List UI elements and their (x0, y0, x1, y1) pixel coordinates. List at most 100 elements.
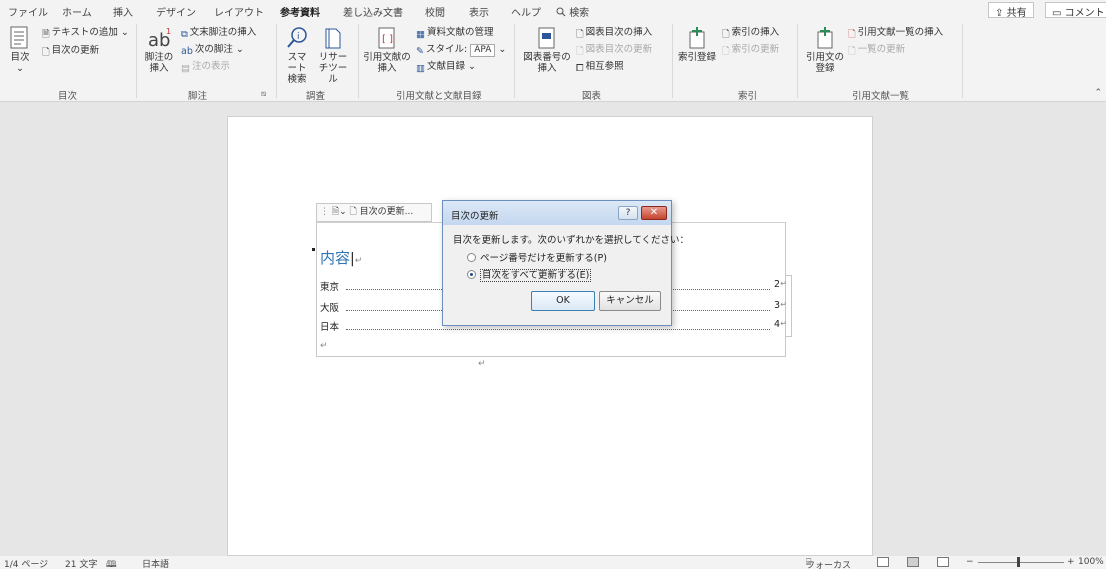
status-bar: 1/4 ページ 21 文字 🕮 日本語 ⌸ フォーカス − + 100% (0, 556, 1106, 569)
paragraph-mark-icon: ↵ (320, 341, 328, 351)
help-button[interactable]: ? (618, 206, 638, 220)
manage-sources-button[interactable]: ▦ 資料文献の管理 (416, 26, 494, 40)
mark-citation-button[interactable]: 引用文の登録 (803, 26, 847, 74)
citation-style-dropdown[interactable]: ✎ スタイル: APA ⌄ (416, 43, 506, 57)
radio-update-entire-table[interactable]: 目次をすべて更新する(E) (467, 267, 592, 282)
paragraph-mark-icon: ↵ (780, 319, 787, 328)
update-authorities-icon: 🗋 (848, 46, 856, 57)
tab-layout[interactable]: レイアウト (214, 4, 264, 19)
proofing-icon[interactable]: 🕮 (106, 557, 117, 569)
insert-footnote-button[interactable]: ab 1 脚注の挿入 (142, 26, 176, 74)
zoom-out-button[interactable]: − (966, 557, 974, 567)
update-index-button[interactable]: 🗋 索引の更新 (722, 43, 779, 57)
toc-update-label[interactable]: 目次の更新... (360, 207, 414, 217)
show-notes-label: 注の表示 (191, 61, 230, 72)
word-count[interactable]: 21 文字 (65, 557, 97, 569)
group-label-citations: 引用文献と文献目録 (396, 91, 482, 102)
bibliography-label: 文献目録 (426, 61, 465, 72)
web-layout-view-button[interactable] (937, 557, 949, 567)
read-mode-view-button[interactable] (877, 557, 889, 567)
zoom-slider-thumb[interactable] (1017, 557, 1020, 567)
toc-content-control-bar[interactable]: ⋮ 🗎⌄ 🗋 目次の更新... (316, 203, 432, 222)
insert-endnote-button[interactable]: ⧉ 文末脚注の挿入 (181, 26, 256, 40)
ok-button[interactable]: OK (531, 291, 595, 311)
tab-design[interactable]: デザイン (156, 4, 196, 19)
share-icon: ⇪ (995, 8, 1004, 19)
update-table-icon: 🗋 (576, 46, 584, 57)
researcher-icon (325, 28, 341, 49)
svg-text:1: 1 (166, 27, 171, 36)
update-table-of-figures-button[interactable]: 🗋 図表目次の更新 (576, 43, 652, 57)
radio-update-page-numbers[interactable]: ページ番号だけを更新する(P) (467, 250, 607, 264)
table-of-figures-icon: 🗋 (576, 29, 584, 40)
zoom-level[interactable]: 100% (1078, 557, 1104, 567)
group-label-authorities: 引用文献一覧 (852, 91, 910, 102)
researcher-button[interactable]: リサーチツール (316, 26, 350, 85)
cross-reference-icon: ⧠ (576, 63, 584, 74)
tab-file[interactable]: ファイル (8, 4, 48, 19)
citation-style-value[interactable]: APA (470, 44, 496, 57)
manage-sources-icon: ▦ (416, 29, 425, 40)
comments-button[interactable]: ▭ コメント (1045, 2, 1106, 19)
cancel-button[interactable]: キャンセル (599, 291, 661, 311)
cross-reference-button[interactable]: ⧠ 相互参照 (576, 60, 624, 74)
insert-index-label: 索引の挿入 (731, 27, 780, 38)
toc-button-label: 目次 (10, 52, 30, 63)
radio-checked-icon[interactable] (467, 270, 476, 279)
show-notes-button[interactable]: ▤ 注の表示 (181, 60, 230, 74)
tab-insert[interactable]: 挿入 (113, 4, 133, 19)
group-label-footnotes: 脚注 (188, 91, 208, 102)
dialog-title: 目次の更新 (451, 211, 499, 222)
insert-table-of-figures-button[interactable]: 🗋 図表目次の挿入 (576, 26, 652, 40)
tab-mailings[interactable]: 差し込み文書 (343, 4, 403, 19)
next-footnote-button[interactable]: ab 次の脚注 ⌄ (181, 43, 244, 57)
update-toc-button[interactable]: 🗋 目次の更新 (42, 44, 99, 58)
dialog-titlebar[interactable]: 目次の更新 ? ✕ (443, 201, 671, 225)
share-button[interactable]: ⇪ 共有 (988, 2, 1034, 19)
toc-button[interactable]: 目次 ⌄ (6, 26, 34, 74)
manage-sources-label: 資料文献の管理 (426, 27, 494, 38)
smart-lookup-button[interactable]: i スマート検索 (282, 26, 312, 85)
toc-leader-dots (346, 329, 770, 330)
mark-entry-button[interactable]: 索引登録 (677, 26, 717, 63)
insert-index-icon: 🗋 (722, 29, 730, 40)
insert-table-of-authorities-button[interactable]: 🗋 引用文献一覧の挿入 (848, 26, 943, 40)
next-footnote-label: 次の脚注 (194, 44, 233, 55)
tab-references[interactable]: 参考資料 (280, 4, 320, 23)
toc-heading[interactable]: 内容|↵ (320, 247, 362, 268)
insert-index-button[interactable]: 🗋 索引の挿入 (722, 26, 779, 40)
chevron-down-icon: ⌄ (16, 63, 24, 74)
language-indicator[interactable]: 日本語 (142, 557, 169, 569)
footnote-dialog-launcher-icon[interactable]: ⧅ (261, 89, 266, 99)
update-toc-dialog: 目次の更新 ? ✕ 目次を更新します。次のいずれかを選択してください： ページ番… (442, 200, 689, 326)
add-text-button[interactable]: 🗎 テキストの追加 ⌄ (42, 26, 129, 40)
tab-search[interactable]: 検索 (556, 4, 589, 19)
mark-entry-label: 索引登録 (677, 52, 716, 63)
radio-unchecked-icon[interactable] (467, 253, 476, 262)
insert-citation-label: 引用文献の挿入 (363, 52, 411, 74)
tab-review[interactable]: 校閲 (425, 4, 445, 19)
document-page[interactable]: ⋮ 🗎⌄ 🗋 目次の更新... 内容|↵ 東京 2 ↵ 大阪 3 ↵ 日本 4 … (227, 116, 873, 556)
tab-help[interactable]: ヘルプ (511, 4, 541, 19)
close-button[interactable]: ✕ (641, 206, 667, 220)
zoom-in-button[interactable]: + (1067, 557, 1075, 567)
update-table-icon: 🗋 (349, 207, 357, 217)
researcher-label: リサーチツール (318, 52, 348, 85)
page-count[interactable]: 1/4 ページ (4, 557, 48, 569)
tab-view[interactable]: 表示 (469, 4, 489, 19)
insert-citation-button[interactable]: [ ] 引用文献の挿入 (362, 26, 412, 74)
drag-handle-icon[interactable]: ⋮ (320, 207, 329, 217)
bibliography-button[interactable]: ▥ 文献目録 ⌄ (416, 60, 476, 74)
collapse-ribbon-icon[interactable]: ⌃ (1094, 88, 1102, 98)
focus-label: フォーカス (806, 561, 852, 569)
insert-authorities-label: 引用文献一覧の挿入 (857, 27, 944, 38)
tab-home[interactable]: ホーム (62, 4, 92, 19)
insert-tof-label: 図表目次の挿入 (585, 27, 653, 38)
paragraph-mark-icon: ↵ (780, 279, 787, 288)
zoom-slider[interactable] (978, 562, 1064, 563)
insert-caption-button[interactable]: 図表番号の挿入 (520, 26, 574, 74)
update-table-of-authorities-button[interactable]: 🗋 一覧の更新 (848, 43, 905, 57)
toc-menu-icon[interactable]: 🗎⌄ (332, 207, 347, 217)
update-tof-label: 図表目次の更新 (585, 44, 653, 55)
print-layout-view-button[interactable] (907, 557, 919, 567)
